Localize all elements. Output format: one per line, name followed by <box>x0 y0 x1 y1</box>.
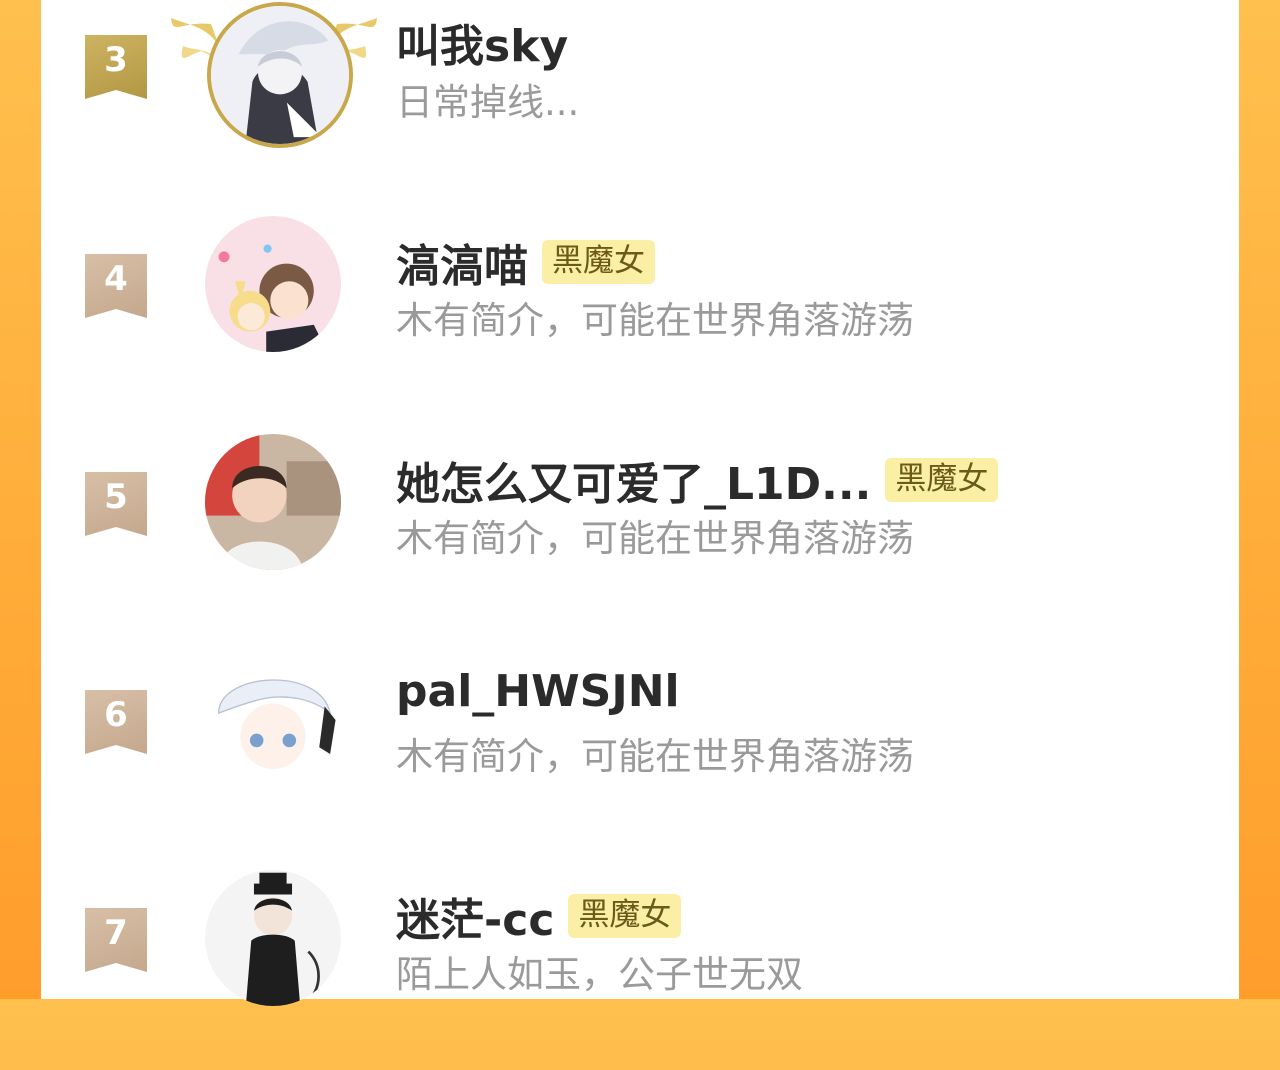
user-name[interactable]: 她怎么又可爱了_L1D... <box>396 448 871 512</box>
rank-badge: 4 <box>85 254 147 318</box>
title-badge: 黑魔女 <box>568 894 682 938</box>
list-item[interactable]: 6 pal_HWSJNl 木有简介，可能在世界角落游荡 <box>41 652 1239 852</box>
user-name[interactable]: pal_HWSJNl <box>396 666 680 717</box>
list-item[interactable]: 7 迷茫-cc 黑魔女 陌上人如玉，公子世无双 <box>41 870 1239 1070</box>
boy-photo-avatar-icon <box>205 434 341 570</box>
rank-badge: 3 <box>85 35 147 99</box>
dark-anime-avatar-icon <box>205 870 341 1006</box>
chibi-couple-avatar-icon <box>205 216 341 352</box>
rank-badge: 5 <box>85 472 147 536</box>
rank-number: 4 <box>104 259 128 299</box>
list-item[interactable]: 5 她怎么又可爱了_L1D... 黑魔女 木有简介，可能在世界角落游荡 <box>41 434 1239 634</box>
rank-number: 5 <box>104 477 128 517</box>
rank-badge: 7 <box>85 908 147 972</box>
user-name-line: 她怎么又可爱了_L1D... 黑魔女 <box>396 448 999 512</box>
user-bio: 陌上人如玉，公子世无双 <box>396 953 803 996</box>
rank-number: 7 <box>104 913 128 953</box>
user-bio: 日常掉线... <box>396 81 580 124</box>
avatar[interactable] <box>207 2 353 148</box>
rank-badge: 6 <box>85 690 147 754</box>
avatar[interactable] <box>205 434 341 570</box>
white-hair-avatar-icon <box>205 652 341 788</box>
list-item[interactable]: 4 滈滈喵 黑魔女 木有简介，可能在世界角落游荡 <box>41 216 1239 416</box>
user-bio: 木有简介，可能在世界角落游荡 <box>396 735 914 778</box>
avatar[interactable] <box>205 870 341 1006</box>
angel-avatar-icon <box>211 6 349 144</box>
ranking-panel: 3 叫我sky 日常掉线... 4 滈滈喵 黑魔女 木有简介，可能在世界角落游荡… <box>41 0 1239 1006</box>
user-bio: 木有简介，可能在世界角落游荡 <box>396 299 914 342</box>
avatar[interactable] <box>205 216 341 352</box>
title-badge: 黑魔女 <box>542 240 655 284</box>
rank-number: 3 <box>104 40 128 80</box>
avatar[interactable] <box>205 652 341 788</box>
user-name[interactable]: 滈滈喵 <box>396 230 528 294</box>
user-bio: 木有简介，可能在世界角落游荡 <box>396 517 914 560</box>
user-name-line: 叫我sky <box>396 10 568 74</box>
user-name-line: 迷茫-cc 黑魔女 <box>396 884 682 948</box>
user-name[interactable]: 迷茫-cc <box>396 884 554 948</box>
user-name[interactable]: 叫我sky <box>396 10 568 74</box>
list-item[interactable]: 3 叫我sky 日常掉线... <box>41 0 1239 200</box>
user-name-line: pal_HWSJNl <box>396 666 680 717</box>
user-name-line: 滈滈喵 黑魔女 <box>396 230 655 294</box>
title-badge: 黑魔女 <box>885 458 999 502</box>
rank-number: 6 <box>104 695 128 735</box>
